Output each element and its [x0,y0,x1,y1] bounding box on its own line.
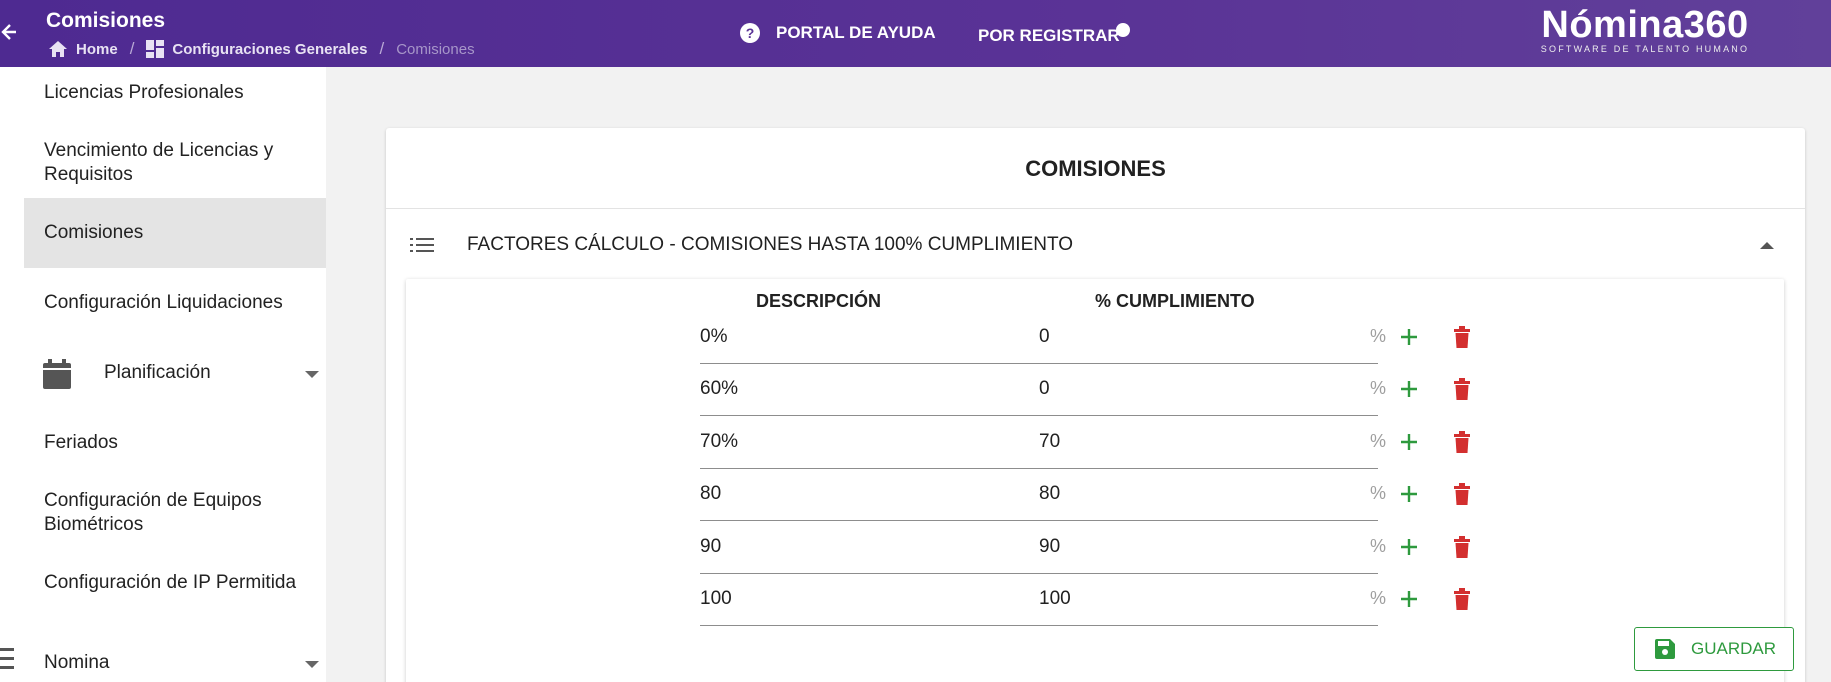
trash-icon[interactable] [1452,588,1472,610]
comisiones-card: COMISIONES FACTORES CÁLCULO - COMISIONES… [386,128,1805,682]
breadcrumb-config-label: Configuraciones Generales [172,40,368,58]
percent-input[interactable]: 0 [1039,378,1050,400]
logo-subtitle: SOFTWARE DE TALENTO HUMANO [1540,44,1750,54]
description-input[interactable]: 60% [700,378,738,400]
trash-icon[interactable] [1452,536,1472,558]
add-icon[interactable] [1399,327,1419,347]
help-label: PORTAL DE AYUDA [776,23,936,42]
breadcrumb-config[interactable]: Configuraciones Generales [146,40,367,58]
table-row: 0% 0 % [700,326,1490,366]
logo-main: Nómina360 [1541,4,1749,46]
trash-icon[interactable] [1452,378,1472,400]
percent-input[interactable]: 80 [1039,483,1060,505]
divider [386,208,1805,209]
table-row: 60% 0 % [700,378,1490,418]
back-arrow-icon[interactable] [0,18,18,46]
add-icon[interactable] [1399,379,1419,399]
chevron-down-icon[interactable] [305,371,319,378]
description-input[interactable]: 70% [700,431,738,453]
sidebar-item-nomina[interactable]: Nomina [44,651,109,675]
percent-suffix: % [1370,326,1387,346]
card-title: COMISIONES [1025,156,1166,181]
trash-icon[interactable] [1452,483,1472,505]
breadcrumb-current: Comisiones [396,40,475,58]
sidebar-item-ip[interactable]: Configuración de IP Permitida [44,571,296,595]
percent-input[interactable]: 70 [1039,431,1060,453]
description-input[interactable]: 100 [700,588,732,610]
page-title: Comisiones [46,9,166,32]
trash-icon[interactable] [1452,326,1472,348]
add-icon[interactable] [1399,432,1419,452]
percent-input[interactable]: 0 [1039,326,1050,348]
home-icon [49,41,67,57]
table-row: 70% 70 % [700,431,1490,471]
add-icon[interactable] [1399,537,1419,557]
trash-icon[interactable] [1452,431,1472,453]
sidebar-item-feriados[interactable]: Feriados [44,431,118,455]
breadcrumb-home-label: Home [76,40,118,58]
save-label: GUARDAR [1691,639,1777,658]
table-row: 90 90 % [700,536,1490,576]
app-header: Comisiones Home / Configuraciones Genera… [0,0,1831,67]
save-button[interactable]: GUARDAR [1634,627,1794,671]
sidebar-item-vencimiento[interactable]: Vencimiento de Licencias y Requisitos [44,139,314,187]
help-portal-link[interactable]: ? PORTAL DE AYUDA [740,23,936,43]
sidebar-item-comisiones[interactable]: Comisiones [44,221,143,245]
sidebar-item-planificacion[interactable]: Planificación [104,361,211,385]
chevron-down-icon[interactable] [305,661,319,668]
menu-icon [0,648,14,669]
table-row: 100 100 % [700,588,1490,628]
calendar-icon [43,359,71,389]
chevron-up-icon[interactable] [1760,242,1774,249]
column-header-percent: % CUMPLIMIENTO [1095,291,1255,311]
table-row: 80 80 % [700,483,1490,523]
add-icon[interactable] [1399,484,1419,504]
percent-suffix: % [1370,536,1387,556]
help-icon: ? [740,23,760,43]
sidebar-item-liquidaciones[interactable]: Configuración Liquidaciones [44,291,283,315]
logo: Nómina360 SOFTWARE DE TALENTO HUMANO [1533,4,1757,54]
description-input[interactable]: 90 [700,536,721,558]
breadcrumb-home[interactable]: Home [48,40,118,58]
percent-suffix: % [1370,431,1387,451]
add-icon[interactable] [1399,589,1419,609]
sidebar: Licencias Profesionales Vencimiento de L… [0,67,326,682]
factors-panel: DESCRIPCIÓN % CUMPLIMIENTO 0% 0 % 60% 0 … [406,279,1794,682]
section-title: FACTORES CÁLCULO - COMISIONES HASTA 100%… [467,234,1074,255]
percent-suffix: % [1370,378,1387,398]
breadcrumb: Home / Configuraciones Generales / Comis… [48,39,475,59]
svg-text:?: ? [746,25,755,41]
list-icon [410,238,434,252]
description-input[interactable]: 0% [700,326,727,348]
percent-input[interactable]: 90 [1039,536,1060,558]
description-input[interactable]: 80 [700,483,721,505]
notification-dot [1116,23,1130,37]
percent-suffix: % [1370,588,1387,608]
sidebar-item-biometricos[interactable]: Configuración de Equipos Biométricos [44,489,304,537]
sidebar-item-licencias[interactable]: Licencias Profesionales [44,81,244,105]
save-icon [1655,639,1675,659]
percent-input[interactable]: 100 [1039,588,1071,610]
column-header-description: DESCRIPCIÓN [756,291,882,311]
percent-suffix: % [1370,483,1387,503]
register-link[interactable]: POR REGISTRAR [978,26,1120,46]
dashboard-icon [146,40,165,58]
